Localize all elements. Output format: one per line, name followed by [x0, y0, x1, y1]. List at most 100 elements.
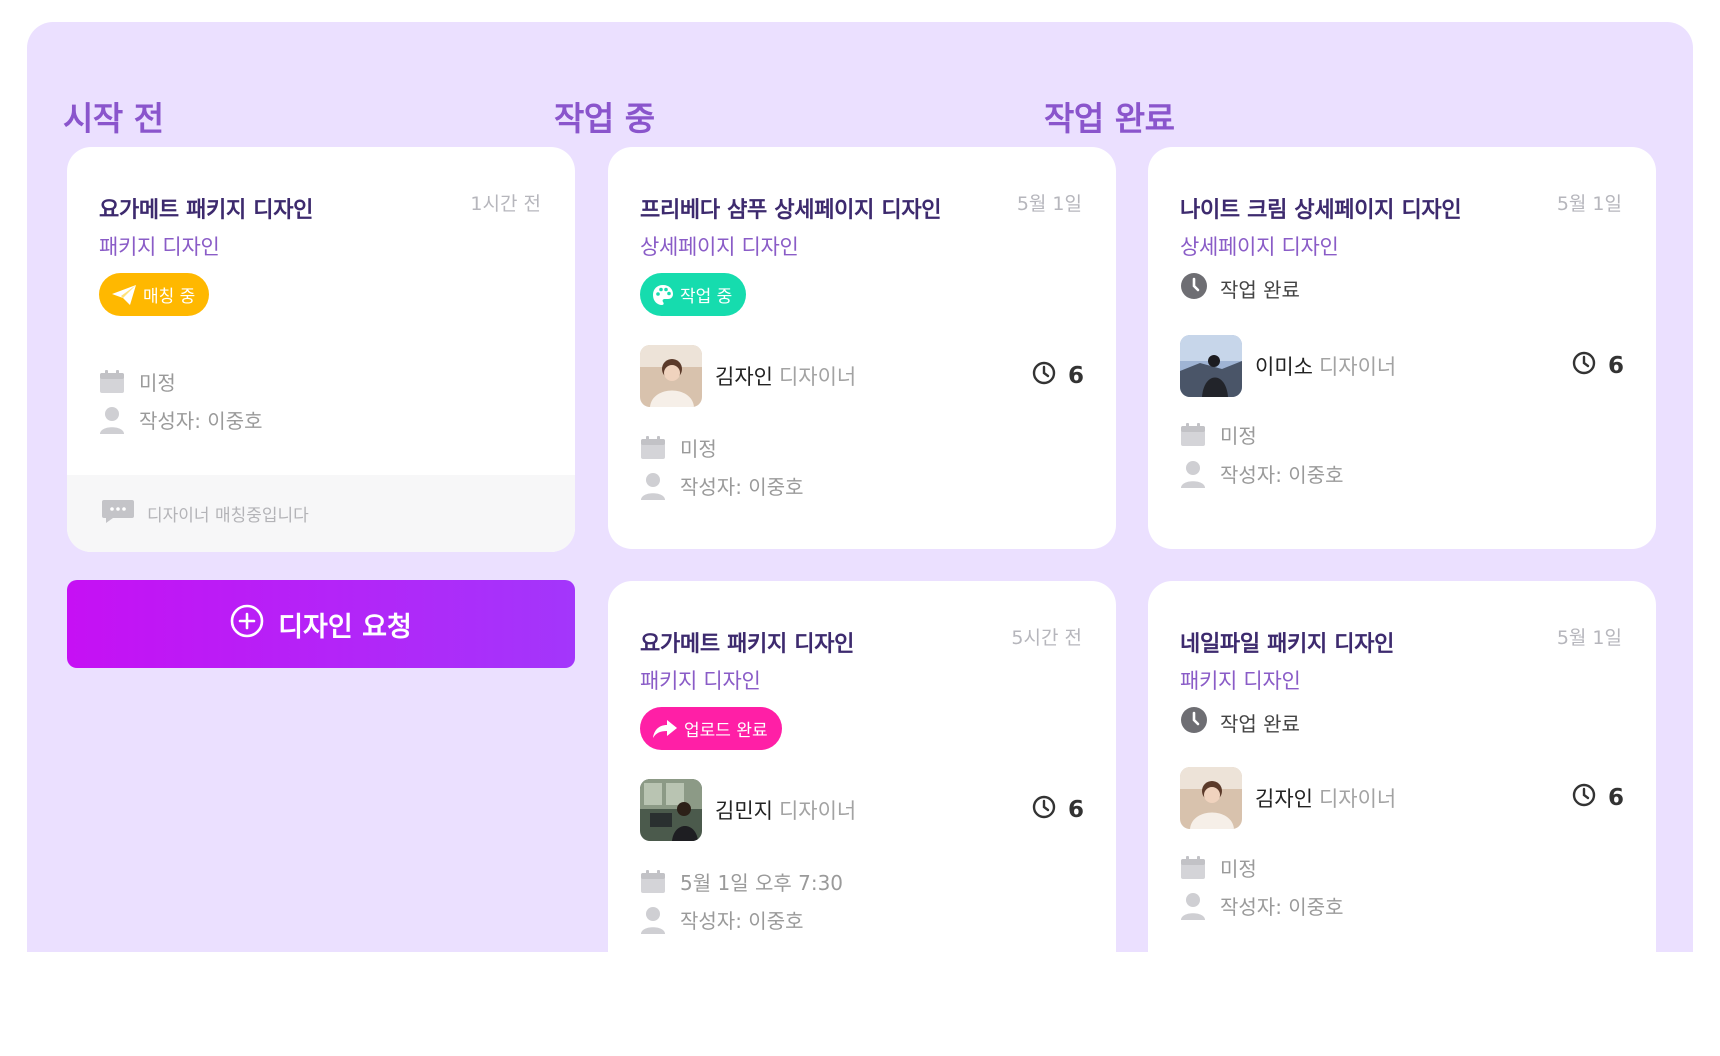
revision-count: 6: [1032, 361, 1084, 391]
task-card[interactable]: 프리베다 샴푸 상세페이지 디자인 5월 1일 상세페이지 디자인 작업 중 김…: [608, 147, 1116, 549]
calendar-icon: [640, 869, 666, 894]
designer-row[interactable]: 이미소 디자이너 6: [1180, 335, 1624, 397]
card-time: 5월 1일: [1016, 193, 1082, 215]
designer-name: 이미소: [1255, 355, 1313, 379]
status-label: 업로드 완료: [684, 721, 768, 741]
revision-count: 6: [1572, 351, 1624, 381]
share-arrow-icon: [652, 719, 678, 739]
author-text: 작성자: 이중호: [139, 409, 263, 433]
calendar-icon: [1180, 422, 1206, 447]
date-text: 미정: [1220, 424, 1257, 448]
author: 작성자: 이중호: [99, 405, 263, 434]
paper-plane-icon: [111, 284, 137, 306]
date-text: 미정: [139, 371, 176, 395]
due-date: 미정: [1180, 420, 1257, 449]
author-text: 작성자: 이중호: [1220, 463, 1344, 487]
author: 작성자: 이중호: [640, 905, 804, 934]
author: 작성자: 이중호: [1180, 459, 1344, 488]
card-title: 프리베다 샴푸 상세페이지 디자인: [640, 198, 942, 223]
due-date: 5월 1일 오후 7:30: [640, 867, 843, 896]
calendar-icon: [640, 435, 666, 460]
clock-filled-icon: [1180, 272, 1208, 305]
card-category: 패키지 디자인: [640, 669, 761, 693]
footer-text: 디자이너 매칭중입니다: [147, 506, 309, 526]
task-card[interactable]: 요가메트 패키지 디자인 5시간 전 패키지 디자인 업로드 완료 김민지 디자…: [608, 581, 1116, 1001]
designer-row[interactable]: 김자인 디자이너 6: [640, 345, 1084, 407]
count-value: 6: [1067, 363, 1084, 389]
count-value: 6: [1607, 785, 1624, 811]
user-icon: [640, 906, 666, 934]
author-text: 작성자: 이중호: [680, 909, 804, 933]
user-icon: [1180, 460, 1206, 488]
designer-role: 디자이너: [1318, 355, 1397, 379]
author: 작성자: 이중호: [1180, 891, 1344, 920]
designer-name: 김자인: [715, 365, 773, 389]
clock-icon: [1572, 783, 1596, 813]
clock-icon: [1572, 351, 1596, 381]
designer-role: 디자이너: [778, 799, 857, 823]
calendar-icon: [1180, 855, 1206, 880]
request-button-label: 디자인 요청: [278, 611, 412, 643]
user-icon: [1180, 892, 1206, 920]
status-label: 작업 완료: [1220, 712, 1300, 736]
chat-bubble-icon: [101, 498, 135, 529]
designer-role: 디자이너: [778, 365, 857, 389]
date-text: 5월 1일 오후 7:30: [680, 871, 844, 895]
avatar: [640, 779, 702, 841]
clock-icon: [1032, 361, 1056, 391]
avatar: [1180, 335, 1242, 397]
user-icon: [640, 472, 666, 500]
card-title: 요가메트 패키지 디자인: [99, 198, 314, 223]
status-label: 작업 완료: [1220, 278, 1300, 302]
revision-count: 6: [1572, 783, 1624, 813]
card-time: 5시간 전: [1011, 627, 1082, 649]
status-badge-uploaded: 업로드 완료: [640, 707, 782, 750]
count-value: 6: [1607, 353, 1624, 379]
clock-filled-icon: [1180, 706, 1208, 739]
avatar: [1180, 767, 1242, 829]
card-category: 상세페이지 디자인: [640, 235, 799, 259]
clock-icon: [1032, 795, 1056, 825]
card-category: 패키지 디자인: [99, 235, 220, 259]
card-time: 5월 1일: [1556, 627, 1622, 649]
status-label: 작업 중: [680, 287, 733, 307]
user-icon: [99, 406, 125, 434]
design-request-button[interactable]: 디자인 요청: [67, 580, 575, 668]
designer-name: 김민지: [715, 799, 773, 823]
designer-role: 디자이너: [1318, 787, 1397, 811]
due-date: 미정: [640, 433, 717, 462]
card-category: 패키지 디자인: [1180, 669, 1301, 693]
status-done: 작업 완료: [1180, 272, 1300, 305]
due-date: 미정: [99, 367, 176, 396]
avatar: [640, 345, 702, 407]
plus-circle-icon: [230, 604, 264, 645]
revision-count: 6: [1032, 795, 1084, 825]
card-title: 요가메트 패키지 디자인: [640, 632, 855, 657]
calendar-icon: [99, 369, 125, 394]
card-title: 나이트 크림 상세페이지 디자인: [1180, 198, 1462, 223]
date-text: 미정: [680, 437, 717, 461]
card-time: 5월 1일: [1556, 193, 1622, 215]
card-category: 상세페이지 디자인: [1180, 235, 1339, 259]
status-badge-working: 작업 중: [640, 273, 747, 316]
author-text: 작성자: 이중호: [1220, 895, 1344, 919]
date-text: 미정: [1220, 857, 1257, 881]
author-text: 작성자: 이중호: [680, 475, 804, 499]
palette-icon: [652, 284, 674, 306]
due-date: 미정: [1180, 853, 1257, 882]
column-title-doing: 작업 중: [554, 99, 655, 138]
task-card[interactable]: 나이트 크림 상세페이지 디자인 5월 1일 상세페이지 디자인 작업 완료 이…: [1148, 147, 1656, 549]
status-done: 작업 완료: [1180, 706, 1300, 739]
task-card[interactable]: 요가메트 패키지 디자인 1시간 전 패키지 디자인 매칭 중 미정 작성자: …: [67, 147, 575, 552]
designer-name: 김자인: [1255, 787, 1313, 811]
card-time: 1시간 전: [470, 193, 541, 215]
status-label: 매칭 중: [143, 287, 196, 307]
author: 작성자: 이중호: [640, 471, 804, 500]
designer-row[interactable]: 김민지 디자이너 6: [640, 779, 1084, 841]
task-card[interactable]: 네일파일 패키지 디자인 5월 1일 패키지 디자인 작업 완료 김자인 디자이…: [1148, 581, 1656, 1001]
card-footer: 디자이너 매칭중입니다: [67, 475, 575, 552]
kanban-board: 시작 전 작업 중 작업 완료 요가메트 패키지 디자인 1시간 전 패키지 디…: [27, 22, 1693, 1001]
column-title-todo: 시작 전: [63, 99, 164, 138]
designer-row[interactable]: 김자인 디자이너 6: [1180, 767, 1624, 829]
card-title: 네일파일 패키지 디자인: [1180, 632, 1395, 657]
